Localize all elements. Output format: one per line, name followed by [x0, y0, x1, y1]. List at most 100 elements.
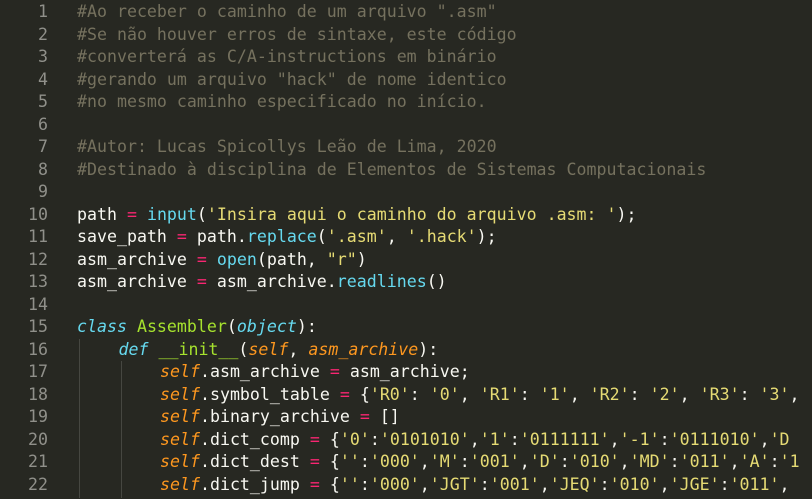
code-line[interactable]: 2 #Se não houver erros de sintaxe, este c… [0, 24, 812, 47]
code-token: path [77, 204, 127, 224]
code-text: self.symbol_table = {'R0': '0', 'R1': '1… [160, 384, 800, 407]
code-line[interactable]: 10 path = input('Insira aqui o caminho do… [0, 204, 812, 227]
code-token: #Se não houver erros de sintaxe, este có… [77, 24, 517, 44]
code-token: ( [238, 339, 249, 359]
code-line[interactable]: 21 self.dict_dest = {'':'000','M':'001','… [0, 451, 812, 474]
code-text: self.binary_archive = [] [160, 406, 400, 429]
code-token: #Autor: Lucas Spicollys Leão de Lima, 20… [77, 137, 497, 156]
code-token: '-1' [619, 429, 660, 449]
code-line[interactable]: 15 class Assembler(object): [0, 316, 812, 339]
code-text: class Assembler(object): [77, 316, 317, 339]
code-token: , [519, 452, 530, 471]
code-token: : [559, 452, 570, 471]
code-line[interactable]: 18 self.symbol_table = {'R0': '0', 'R1': … [0, 384, 812, 407]
code-token: : [669, 452, 680, 471]
code-text: def __init__(self, asm_archive): [119, 339, 439, 362]
line-number: 6 [38, 114, 48, 134]
code-line[interactable]: 14 [0, 294, 812, 317]
code-token: __init__ [158, 339, 239, 359]
code-line[interactable]: 11 save_path = path.replace('.asm', '.hac… [0, 226, 812, 249]
code-text: #Destinado à disciplina de Elementos de … [77, 159, 706, 182]
line-number: 18 [28, 384, 48, 404]
line-number: 8 [38, 159, 48, 179]
code-token: , [759, 429, 770, 449]
code-line[interactable]: 8 #Destinado à disciplina de Elementos de… [0, 159, 812, 182]
code-token: , [729, 452, 740, 471]
line-number: 13 [28, 272, 48, 291]
code-line[interactable]: 3 #converterá as C/A-instructions em biná… [0, 46, 812, 69]
code-token: = [196, 249, 207, 269]
code-text: path = input('Insira aqui o caminho do a… [77, 204, 637, 227]
code-text: #converterá as C/A-instructions em binár… [77, 46, 497, 69]
code-token: , [659, 474, 670, 494]
line-number: 16 [28, 339, 48, 359]
code-line[interactable]: 19 self.binary_archive = [] [0, 406, 812, 429]
code-token: 'MD' [629, 452, 670, 471]
code-text: self.dict_comp = {'0':'0101010','1':'011… [160, 429, 790, 452]
code-token: Assembler [136, 317, 227, 336]
code-token: { [349, 384, 370, 404]
code-token: 'R3' [699, 384, 740, 404]
code-line[interactable]: 1 #Ao receber o caminho de um arquivo ".a… [0, 1, 812, 24]
code-token: : [739, 384, 760, 404]
code-token: asm_archive. [206, 272, 337, 291]
code-line[interactable]: 12 asm_archive = open(path, "r") [0, 249, 812, 272]
code-token: '0' [429, 384, 460, 404]
code-token: self [160, 407, 200, 426]
code-line[interactable]: 22 self.dict_jump = {'':'000','JGT':'001'… [0, 474, 812, 497]
code-token: ( [316, 227, 327, 246]
code-token: , [469, 429, 480, 449]
code-token: def [118, 339, 149, 359]
line-number: 22 [28, 474, 48, 494]
code-token: #no mesmo caminho especificado no início… [77, 92, 487, 111]
code-text: self.asm_archive = asm_archive; [160, 361, 470, 384]
code-token: '3' [759, 384, 790, 404]
code-line[interactable]: 17 self.asm_archive = asm_archive; [0, 361, 812, 384]
code-token: .dict_jump [199, 474, 310, 494]
code-token: , [569, 384, 590, 404]
code-token: '0101010' [379, 429, 470, 449]
code-token: '0' [339, 429, 370, 449]
code-text: self.dict_jump = {'':'000','JGT':'001','… [160, 474, 790, 497]
code-token: self [160, 452, 200, 471]
code-token: , [419, 474, 430, 494]
code-line[interactable]: 20 self.dict_comp = {'0':'0101010','1':'0… [0, 429, 812, 452]
code-token: = [309, 452, 320, 471]
code-token: 'D' [529, 452, 560, 471]
code-token: , [619, 452, 630, 471]
code-token: = [309, 429, 320, 449]
code-token: = [339, 384, 350, 404]
code-token: { [319, 452, 340, 471]
code-line[interactable]: 7 #Autor: Lucas Spicollys Leão de Lima, 2… [0, 136, 812, 159]
code-token: : [629, 384, 650, 404]
code-token: save_path [77, 227, 177, 246]
code-token: ( [196, 204, 207, 224]
code-token: : [359, 452, 370, 471]
code-token: self [160, 362, 200, 381]
code-token: '011' [729, 474, 780, 494]
code-editor[interactable]: 1 #Ao receber o caminho de um arquivo ".a… [0, 0, 812, 499]
code-text: self.dict_dest = {'':'000','M':'001','D'… [160, 451, 800, 474]
code-token: ( [226, 317, 237, 336]
code-token: input [146, 204, 197, 224]
code-token: : [359, 474, 370, 494]
line-number: 12 [28, 249, 48, 269]
code-token: : [369, 429, 380, 449]
code-line[interactable]: 16 def __init__(self, asm_archive): [0, 339, 812, 362]
code-token: .dict_comp [199, 429, 310, 449]
code-token: : [519, 384, 540, 404]
code-line[interactable]: 6 [0, 114, 812, 137]
code-line[interactable]: 13 asm_archive = asm_archive.readlines() [0, 271, 812, 294]
code-token: object [236, 317, 297, 336]
code-line[interactable]: 5 #no mesmo caminho especificado no iníci… [0, 91, 812, 114]
code-token: 'R1' [479, 384, 520, 404]
code-line[interactable]: 4 #gerando um arquivo "hack" de nome iden… [0, 69, 812, 92]
code-token: .symbol_table [199, 384, 340, 404]
code-token: '.hack' [406, 227, 477, 246]
code-token: .dict_dest [199, 452, 310, 471]
code-line[interactable]: 9 [0, 181, 812, 204]
line-number: 5 [38, 92, 48, 111]
code-token: asm_archive [77, 249, 197, 269]
code-token: '.asm' [326, 227, 387, 246]
